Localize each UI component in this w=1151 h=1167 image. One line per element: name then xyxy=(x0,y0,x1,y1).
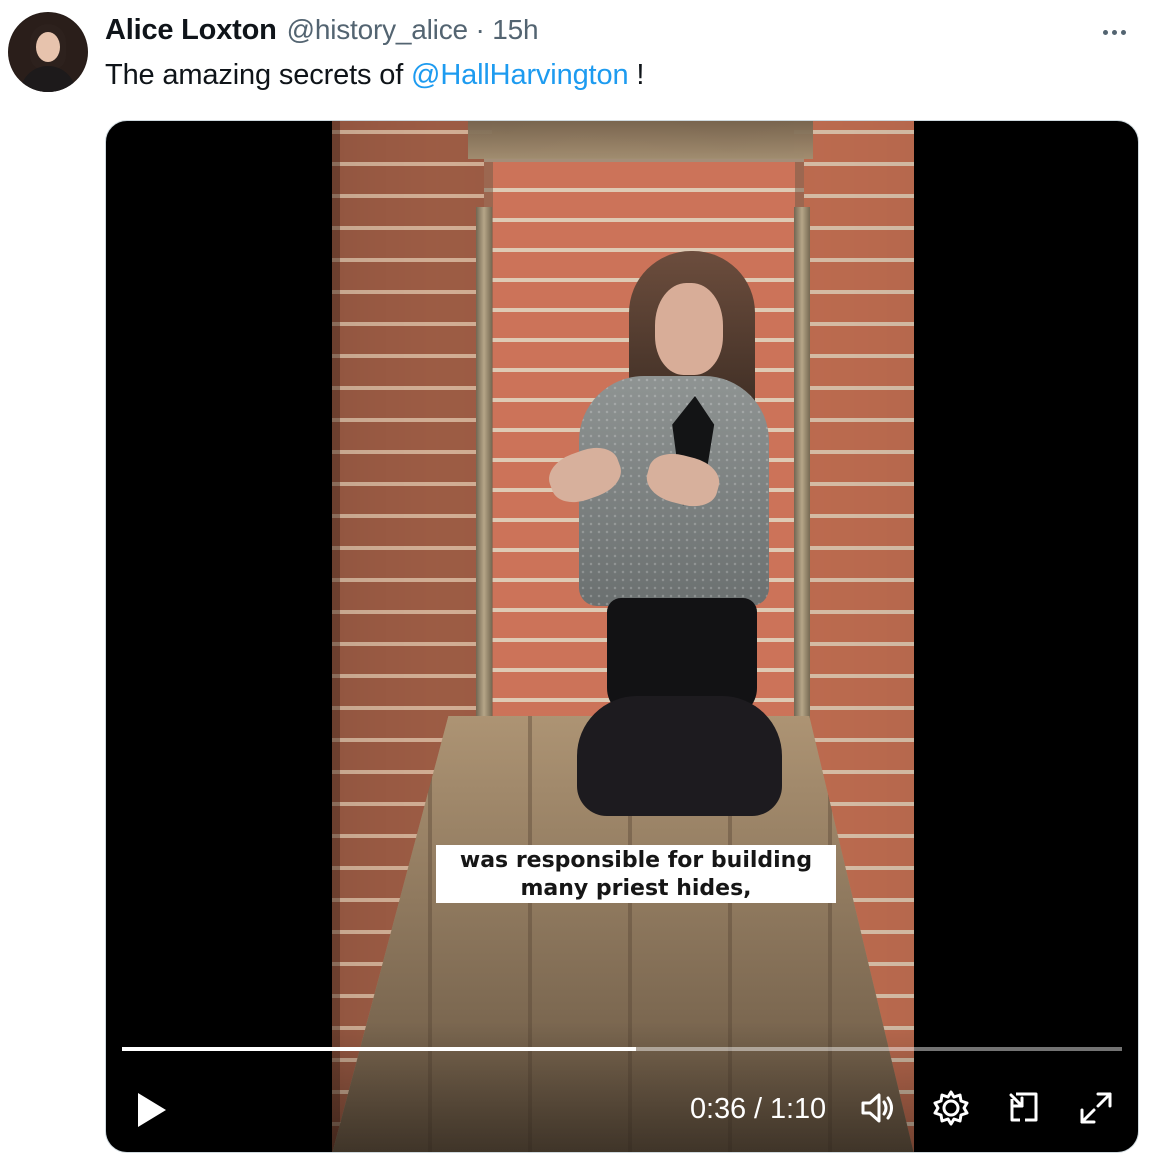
play-icon xyxy=(138,1093,166,1127)
expand-icon xyxy=(1080,1092,1112,1124)
video-caption: was responsible for building many priest… xyxy=(436,845,836,903)
caption-line-1: was responsible for building xyxy=(459,847,813,873)
gear-icon xyxy=(933,1090,969,1126)
presenter-legs xyxy=(577,696,782,816)
progress-fill xyxy=(122,1047,636,1051)
time-separator: / xyxy=(754,1093,762,1125)
miniplayer-button[interactable] xyxy=(1003,1087,1045,1129)
more-options-button[interactable] xyxy=(1095,20,1133,44)
settings-button[interactable] xyxy=(930,1087,972,1129)
caption-line-2: many priest hides, xyxy=(520,875,752,901)
tweet-header: Alice Loxton @history_alice · 15h xyxy=(105,14,539,48)
more-dots-icon xyxy=(1102,29,1108,35)
video-player[interactable]: was responsible for building many priest… xyxy=(105,120,1139,1153)
avatar-body xyxy=(20,66,76,92)
author-handle[interactable]: @history_alice xyxy=(287,14,468,45)
more-dots-icon xyxy=(1111,29,1117,35)
mention-link[interactable]: @HallHarvington xyxy=(411,59,629,91)
video-controls-shade xyxy=(106,1022,1138,1152)
video-frame[interactable]: was responsible for building many priest… xyxy=(332,121,914,1152)
presenter-face xyxy=(655,283,723,375)
fullscreen-button[interactable] xyxy=(1075,1087,1117,1129)
duration: 1:10 xyxy=(769,1093,826,1125)
wooden-beam xyxy=(468,121,813,159)
play-button[interactable] xyxy=(134,1090,170,1130)
volume-icon xyxy=(861,1093,893,1123)
progress-bar[interactable] xyxy=(122,1047,1122,1051)
tweet-text: The amazing secrets of @HallHarvington ! xyxy=(105,57,644,93)
author-avatar[interactable] xyxy=(8,12,88,92)
more-dots-icon xyxy=(1120,29,1126,35)
presenter xyxy=(537,246,787,821)
current-time: 0:36 xyxy=(690,1093,747,1125)
video-time: 0:36 / 1:10 xyxy=(690,1092,826,1126)
meta-separator: · xyxy=(475,14,485,45)
author-display-name[interactable]: Alice Loxton xyxy=(105,14,277,47)
volume-button[interactable] xyxy=(857,1087,899,1129)
tweet-text-suffix: ! xyxy=(628,59,645,91)
miniplayer-icon xyxy=(1009,1092,1038,1122)
author-meta: @history_alice · 15h xyxy=(287,14,539,46)
tweet-text-prefix: The amazing secrets of xyxy=(105,59,412,91)
tweet-time[interactable]: 15h xyxy=(492,14,538,45)
